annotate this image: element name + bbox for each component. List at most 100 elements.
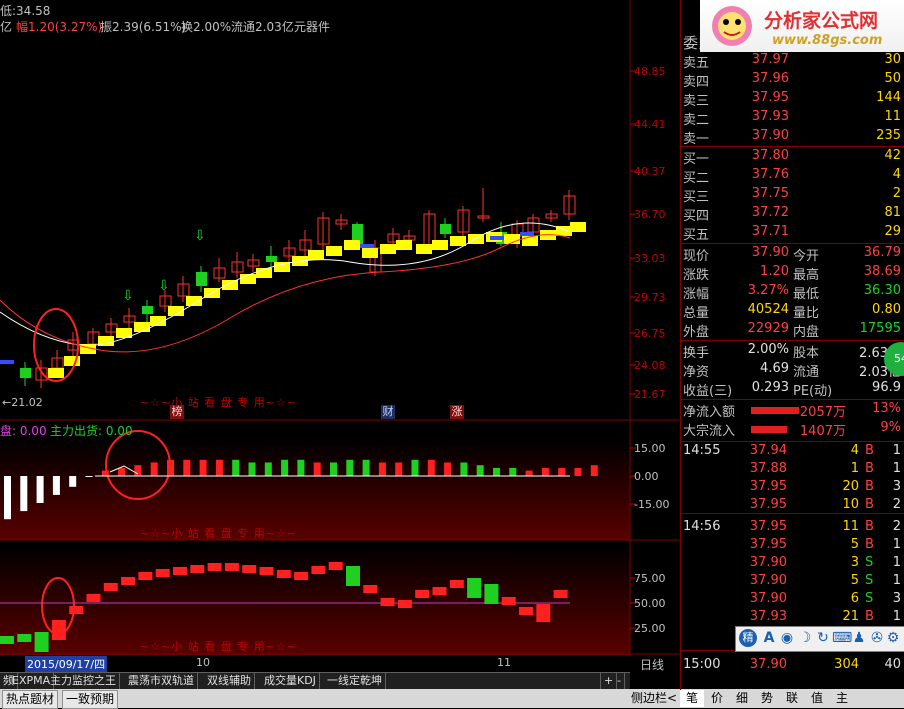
stat-row[interactable]: 换手 2.00% 股本 2.63亿 <box>681 342 904 361</box>
flow-row[interactable]: 大宗流入 1407万 9% <box>681 420 904 439</box>
low-marker-value: 21.02 <box>11 396 43 409</box>
bid-volume: 81 <box>884 205 901 220</box>
tick-row[interactable]: 37.90 6 S 3 <box>681 591 904 610</box>
event-tag-finance[interactable]: 财 <box>381 405 395 419</box>
right-tab-link[interactable]: 联 <box>780 690 804 707</box>
indicator2-bar <box>155 569 170 577</box>
stat-row[interactable]: 涨跌 1.20 最高 38.69 <box>681 264 904 283</box>
bid-row[interactable]: 买二 37.76 4 <box>681 167 904 186</box>
tick-row[interactable]: 37.95 20 B 3 <box>681 479 904 498</box>
ind1-y-tick: -15.00 <box>634 498 670 511</box>
tick-side: S <box>865 591 874 606</box>
tab-main-monitor[interactable]: 主力监控之王 <box>47 673 120 689</box>
tick-row[interactable]: 37.90 5 S 1 <box>681 573 904 592</box>
ask-row[interactable]: 卖五 37.97 30 <box>681 52 904 71</box>
tick-side: S <box>865 555 874 570</box>
tick-count: 1 <box>892 537 901 552</box>
ind2-y-tick: 50.00 <box>634 597 666 610</box>
tick-row[interactable]: 15:00 37.90 304 40 <box>681 657 904 676</box>
tab-dual-track[interactable]: 震荡市双轨道 <box>125 673 198 689</box>
indicator1-bar <box>574 467 582 476</box>
tick-volume: 1 <box>850 461 859 476</box>
ask-row[interactable]: 卖四 37.96 50 <box>681 71 904 90</box>
settings-icon[interactable]: ⚙ <box>884 629 902 647</box>
app-icon[interactable]: 精 <box>739 629 757 647</box>
tab-remove-button[interactable]: - <box>614 673 625 689</box>
watermark-ind2: ~☆~小 站 看 盘 专 用~☆~ <box>140 640 298 653</box>
bid-row[interactable]: 买五 37.71 29 <box>681 224 904 243</box>
stat-row[interactable]: 现价 37.90 今开 36.79 <box>681 245 904 264</box>
tab-volume-kdj[interactable]: 成交量KDJ <box>261 673 320 689</box>
right-tab-detail[interactable]: 细 <box>730 690 754 707</box>
indicator1-bar <box>20 476 28 512</box>
event-tag-rise[interactable]: 涨 <box>450 405 464 419</box>
tick-row[interactable]: 14:55 37.94 4 B 1 <box>681 443 904 462</box>
moon-icon[interactable]: ☽ <box>796 629 814 647</box>
bid-row[interactable]: 买四 37.72 81 <box>681 205 904 224</box>
refresh-icon[interactable]: ↻ <box>814 629 832 647</box>
flow-bar <box>751 426 787 433</box>
bid-row[interactable]: 买一 37.80 42 <box>681 148 904 167</box>
stat-label: 涨跌 <box>683 268 710 283</box>
ask-row[interactable]: 卖三 37.95 144 <box>681 90 904 109</box>
stat-row[interactable]: 净资 4.69 流通 2.03亿 <box>681 361 904 380</box>
tick-row[interactable]: 37.95 5 B 1 <box>681 537 904 556</box>
indicator1-bar <box>427 459 435 476</box>
ask-volume: 50 <box>884 71 901 86</box>
indicator2-bar <box>0 636 14 644</box>
chart-area[interactable]: ⇩ ⇩ ⇩ <box>0 0 680 655</box>
indicator1-bar <box>297 459 305 476</box>
ask-row[interactable]: 卖二 37.93 11 <box>681 109 904 128</box>
stat-value: 38.69 <box>863 264 901 279</box>
tick-row[interactable]: 37.90 3 S 1 <box>681 555 904 574</box>
keyboard-icon[interactable]: ⌨ <box>832 629 852 647</box>
bid-row[interactable]: 买三 37.75 2 <box>681 186 904 205</box>
tick-price: 37.90 <box>749 573 787 588</box>
indicator2-bar <box>51 620 66 640</box>
flow-bar <box>751 407 799 414</box>
stat-row[interactable]: 涨幅 3.27% 最低 36.30 <box>681 283 904 302</box>
tick-side: S <box>865 573 874 588</box>
tab-dual-line[interactable]: 双线辅助 <box>204 673 255 689</box>
indicator1-bar <box>4 476 11 520</box>
indicator2-bar <box>242 565 257 573</box>
x-month-10: 10 <box>196 656 210 669</box>
ask-row[interactable]: 卖一 37.90 235 <box>681 128 904 147</box>
tick-row[interactable]: 37.95 10 B 2 <box>681 497 904 516</box>
stat-row[interactable]: 外盘 22929 内盘 17595 <box>681 321 904 340</box>
tick-price: 37.95 <box>749 537 787 552</box>
signal-band <box>380 244 396 254</box>
font-icon[interactable]: A <box>760 629 778 647</box>
buy-arrow-icon: ⇩ <box>122 288 134 304</box>
right-tab-value[interactable]: 值 <box>805 690 829 707</box>
ask-volume: 235 <box>876 128 901 143</box>
kline-chart[interactable]: ⇩ ⇩ ⇩ <box>0 0 680 655</box>
tick-price: 37.88 <box>749 461 787 476</box>
consensus-tab[interactable]: 一致预期 <box>62 690 119 709</box>
right-tab-price[interactable]: 价 <box>705 690 729 707</box>
tab-one-line[interactable]: 一线定乾坤 <box>324 673 386 689</box>
tick-row[interactable]: 14:56 37.95 11 B 2 <box>681 519 904 538</box>
hot-topics-tab[interactable]: 热点题材 <box>2 690 59 709</box>
stat-row[interactable]: 收益(三) 0.293 PE(动) 96.9 <box>681 380 904 399</box>
tick-count: 1 <box>892 461 901 476</box>
shirt-icon[interactable]: ♟ <box>850 629 868 647</box>
tick-row[interactable]: 37.88 1 B 1 <box>681 461 904 480</box>
right-tab-ticks[interactable]: 笔 <box>680 690 704 707</box>
tick-price: 37.90 <box>749 555 787 570</box>
right-tab-trend[interactable]: 势 <box>755 690 779 707</box>
bid-label: 买五 <box>683 228 710 243</box>
indicator1-bar <box>313 462 321 476</box>
flow-label: 净流入额 <box>683 405 736 420</box>
stat-row[interactable]: 总量 40524 量比 0.80 <box>681 302 904 321</box>
sidebar-toggle[interactable]: 侧边栏< <box>628 690 681 707</box>
indicator2-bar <box>432 587 447 595</box>
event-tag-rank[interactable]: 榜 <box>170 405 184 419</box>
quote-summary-bar: 低:34.58 亿 幅1.20(3.27%) 振2.39(6.51%) 换2.0… <box>0 0 630 36</box>
y-tick: 40.37 <box>634 165 666 178</box>
right-tab-main[interactable]: 主 <box>830 690 854 707</box>
indicator2-bar <box>103 583 118 591</box>
stat-label: 今开 <box>793 249 820 264</box>
period-label[interactable]: 日线 <box>640 656 664 673</box>
globe-icon[interactable]: ◉ <box>778 629 796 647</box>
